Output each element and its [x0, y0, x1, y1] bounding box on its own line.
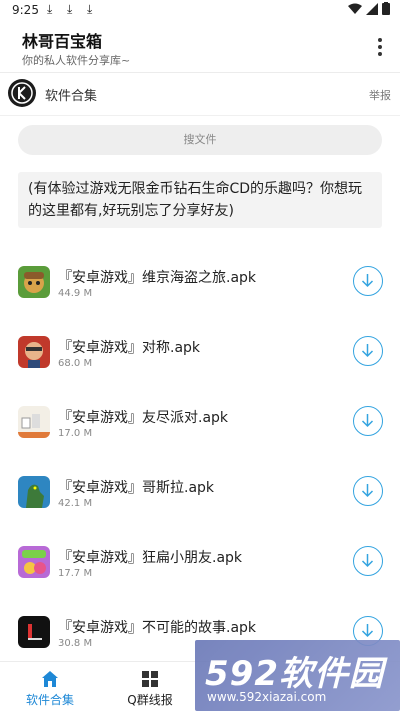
download-icon: ⤓	[67, 2, 73, 16]
download-button[interactable]	[353, 476, 383, 506]
watermark: 592软件园 www.592xiazai.com	[195, 640, 400, 711]
watermark-brand: 592软件园	[205, 654, 384, 694]
download-button[interactable]	[353, 266, 383, 296]
download-button[interactable]	[353, 546, 383, 576]
file-name: 『安卓游戏』不可能的故事.apk	[58, 620, 257, 636]
symmetry-game-icon	[18, 336, 50, 368]
file-name: 『安卓游戏』狂扁小朋友.apk	[58, 550, 243, 566]
app-bar: 林哥百宝箱 你的私人软件分享库~	[0, 22, 400, 72]
file-size: 42.1 M	[58, 498, 93, 509]
source-label: 软件合集	[45, 89, 98, 104]
download-icon: ⤓	[47, 2, 53, 16]
download-arrow-icon	[361, 414, 374, 428]
party-game-icon	[18, 406, 50, 438]
download-button[interactable]	[353, 406, 383, 436]
kids-game-icon	[18, 546, 50, 578]
more-options-icon[interactable]	[372, 36, 388, 58]
nav-item-software[interactable]: 软件合集	[0, 662, 100, 712]
file-name: 『安卓游戏』哥斯拉.apk	[58, 480, 215, 496]
source-row: 软件合集 举报	[0, 73, 400, 115]
list-item[interactable]: 『安卓游戏』友尽派对.apk 17.0 M	[0, 390, 400, 460]
file-size: 68.0 M	[58, 358, 93, 369]
download-arrow-icon	[361, 484, 374, 498]
file-size: 44.9 M	[58, 288, 93, 299]
file-size: 17.0 M	[58, 428, 93, 439]
nav-label: 软件合集	[25, 693, 74, 707]
download-arrow-icon	[361, 344, 374, 358]
status-time: 9:25	[12, 3, 39, 17]
nav-label: Q群线报	[127, 693, 173, 707]
source-logo	[8, 79, 36, 107]
file-size: 30.8 M	[58, 638, 93, 649]
wifi-icon	[348, 3, 362, 14]
viking-game-icon	[18, 266, 50, 298]
nav-item-qq-group[interactable]: Q群线报	[100, 662, 200, 712]
download-button[interactable]	[353, 336, 383, 366]
grid-icon	[142, 671, 158, 687]
list-item[interactable]: 『安卓游戏』对称.apk 68.0 M	[0, 320, 400, 390]
report-link[interactable]: 举报	[369, 87, 391, 103]
signal-icon	[366, 2, 378, 15]
watermark-url: www.592xiazai.com	[207, 690, 327, 704]
status-bar: 9:25 ⤓ ⤓ ⤓	[0, 0, 400, 22]
file-size: 17.7 M	[58, 568, 93, 579]
file-name: 『安卓游戏』维京海盗之旅.apk	[58, 270, 257, 286]
description-text: (有体验过游戏无限金币钻石生命CD的乐趣吗？你想玩的这里都有,好玩别忘了分享好友…	[18, 172, 382, 228]
battery-icon	[382, 2, 390, 15]
divider	[0, 115, 400, 116]
search-input[interactable]: 搜文件	[18, 125, 382, 155]
list-item[interactable]: 『安卓游戏』维京海盗之旅.apk 44.9 M	[0, 250, 400, 320]
app-title: 林哥百宝箱	[22, 32, 103, 51]
download-arrow-icon	[361, 554, 374, 568]
download-icon: ⤓	[87, 2, 93, 16]
list-item[interactable]: 『安卓游戏』哥斯拉.apk 42.1 M	[0, 460, 400, 530]
file-name: 『安卓游戏』对称.apk	[58, 340, 201, 356]
download-arrow-icon	[361, 274, 374, 288]
impossible-story-game-icon	[18, 616, 50, 648]
godzilla-game-icon	[18, 476, 50, 508]
file-name: 『安卓游戏』友尽派对.apk	[58, 410, 229, 426]
home-icon	[42, 671, 58, 687]
list-item[interactable]: 『安卓游戏』狂扁小朋友.apk 17.7 M	[0, 530, 400, 600]
app-subtitle: 你的私人软件分享库~	[22, 54, 131, 67]
